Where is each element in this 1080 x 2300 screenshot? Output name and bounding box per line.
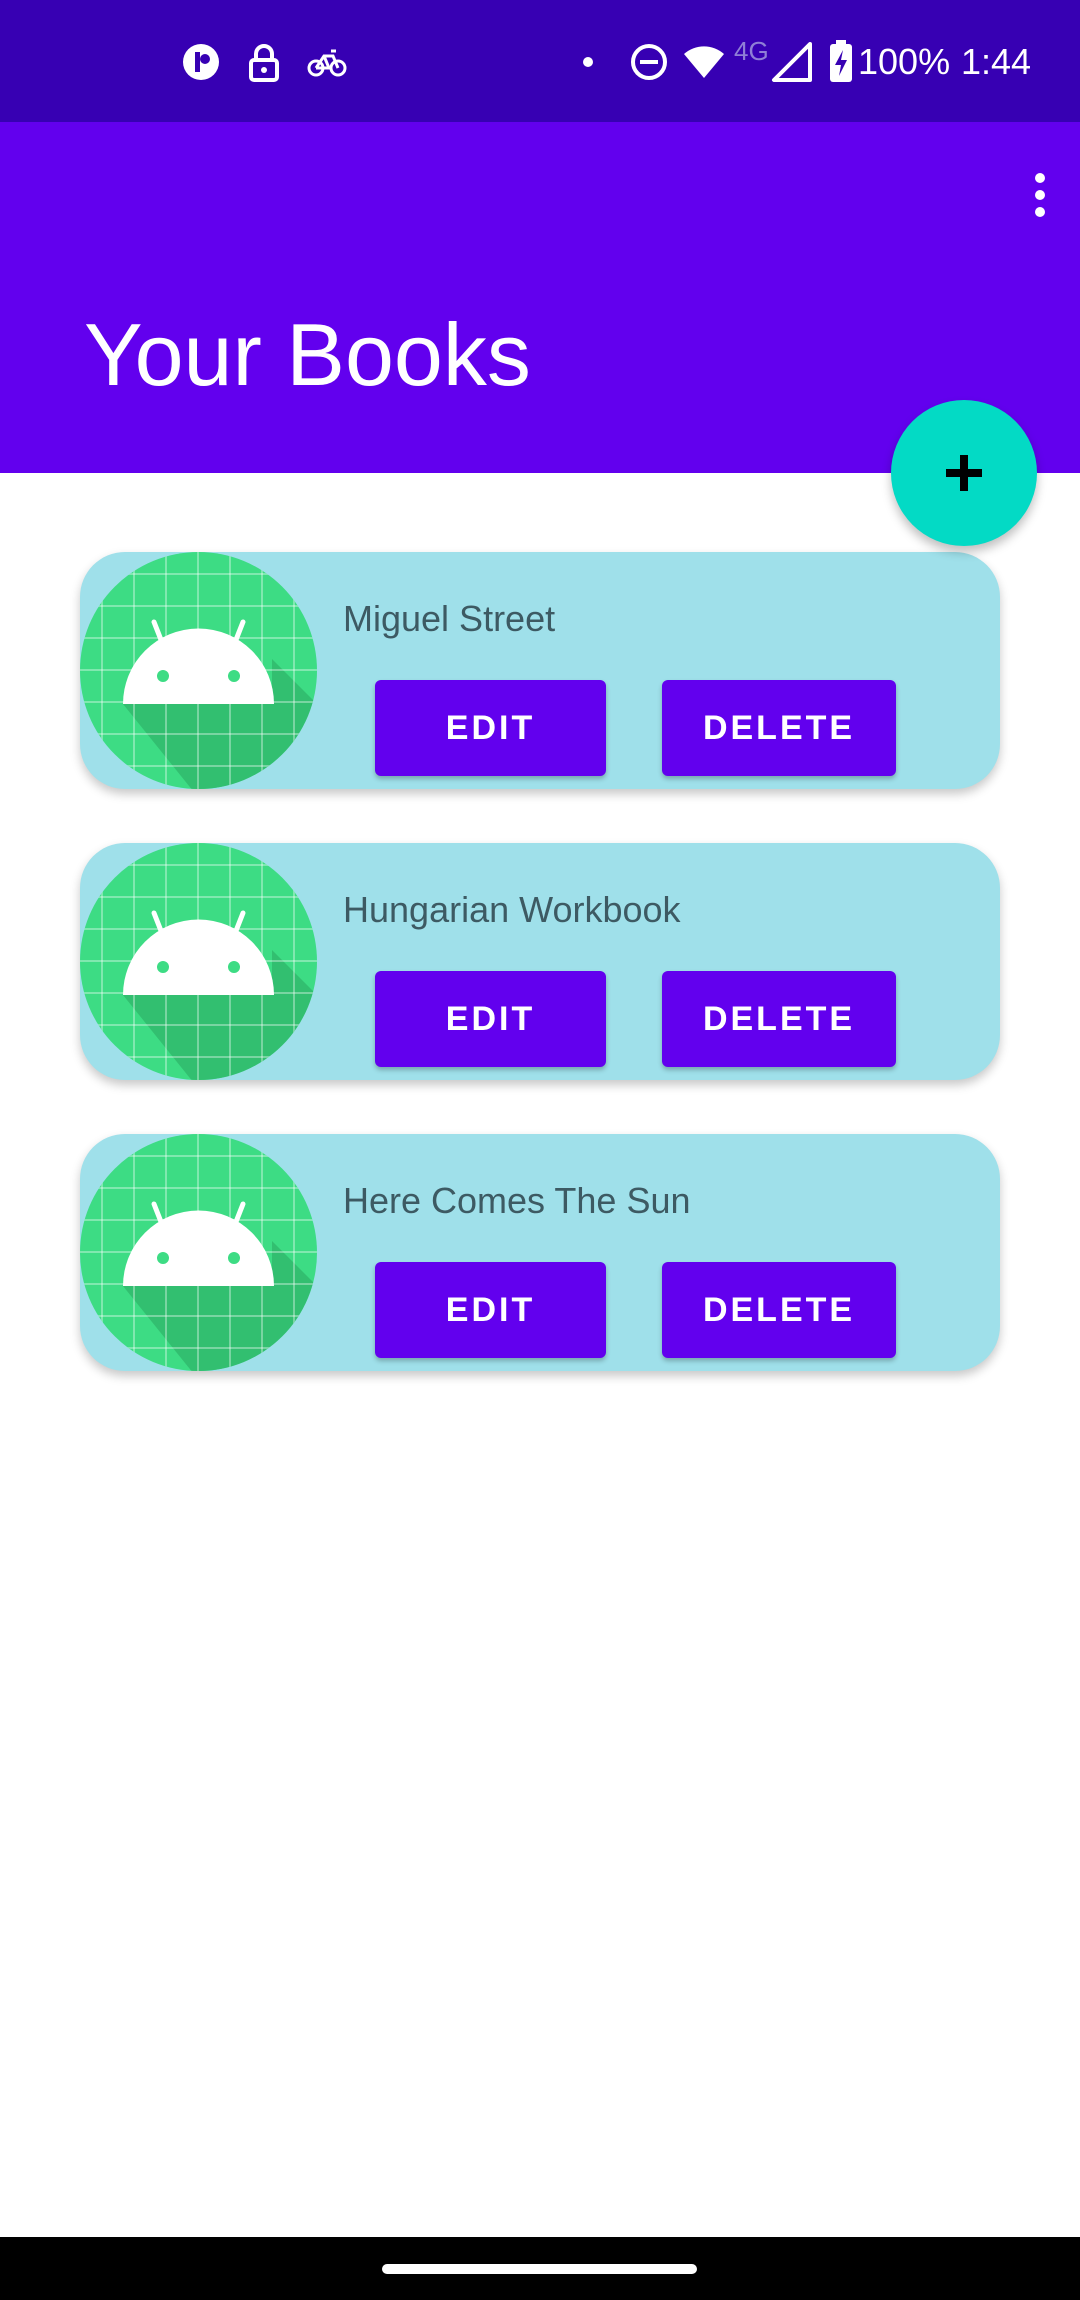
delete-button[interactable]: DELETE [662,971,896,1067]
android-book-cover-icon [80,552,317,789]
status-app-icon [183,44,219,80]
network-type-label: 4G [734,36,769,66]
edit-button[interactable]: EDIT [375,971,606,1067]
notification-dot-icon [583,57,593,67]
do-not-disturb-icon [631,44,667,80]
signal-icon [772,42,812,82]
android-book-cover-icon [80,1134,317,1371]
book-title: Hungarian Workbook [343,889,681,930]
page-title: Your Books [84,305,531,404]
navigation-bar [0,2237,1080,2300]
clock: 1:44 [961,41,1032,82]
battery-percent: 100% [858,41,951,82]
wifi-icon [684,46,724,78]
edit-button[interactable]: EDIT [375,680,606,776]
menu-dot [1035,190,1045,200]
battery-charging-icon [830,40,852,82]
home-gesture-handle[interactable] [382,2264,697,2274]
delete-button[interactable]: DELETE [662,1262,896,1358]
add-icon [946,455,982,491]
delete-button[interactable]: DELETE [662,680,896,776]
more-vert-icon[interactable] [1000,150,1080,240]
status-bar: 4G 100% 1:44 [0,0,1080,122]
book-title: Here Comes The Sun [343,1180,691,1221]
book-card[interactable]: Miguel Street EDIT DELETE [80,552,1000,789]
add-book-button[interactable] [891,400,1037,546]
book-card[interactable]: Hungarian Workbook EDIT DELETE [80,843,1000,1080]
menu-dot [1035,173,1045,183]
menu-dot [1035,207,1045,217]
bike-icon [307,49,347,77]
book-title: Miguel Street [343,598,556,639]
android-book-cover-icon [80,843,317,1080]
edit-button[interactable]: EDIT [375,1262,606,1358]
lock-icon [249,44,279,82]
book-card[interactable]: Here Comes The Sun EDIT DELETE [80,1134,1000,1371]
